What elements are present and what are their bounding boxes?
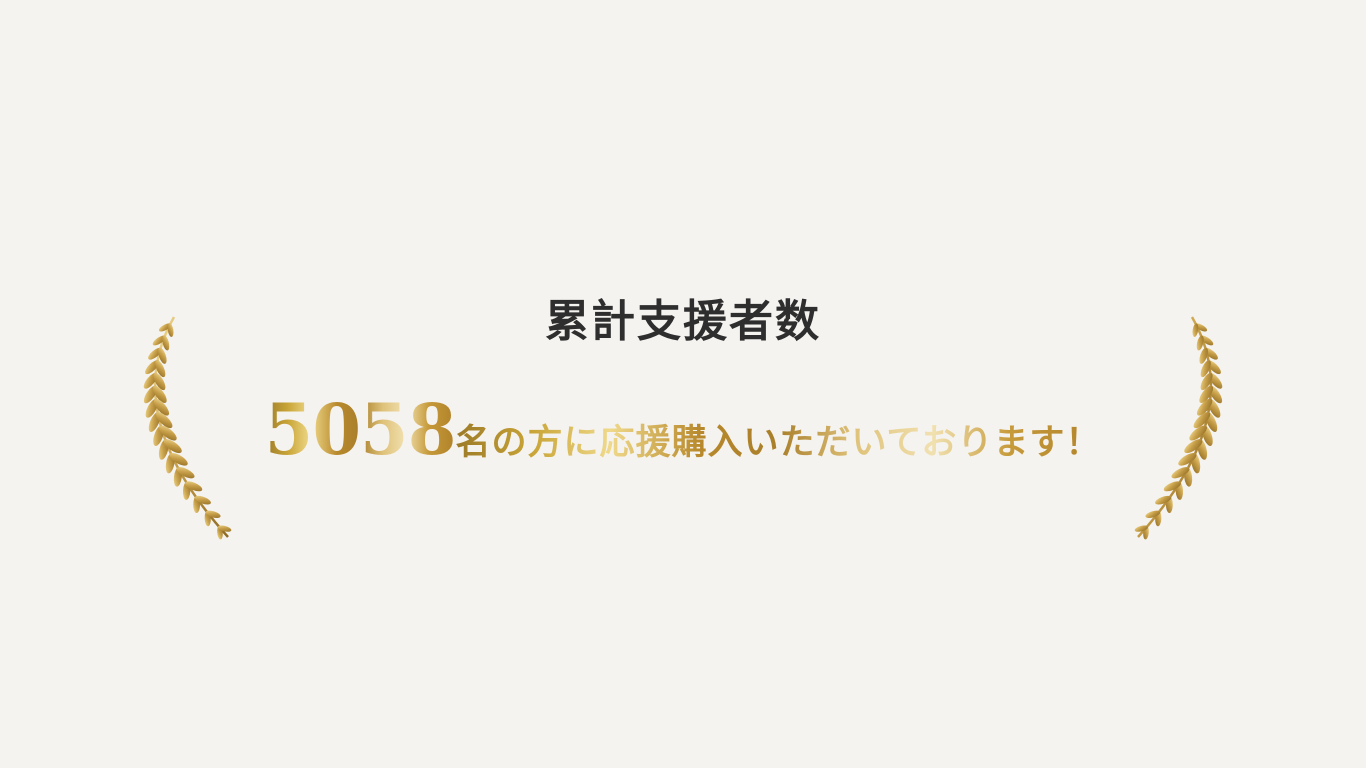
supporter-count-banner: 累計支援者数 5058名の方に応援購入いただいております！ xyxy=(0,0,1366,768)
section-title: 累計支援者数 xyxy=(545,296,821,347)
supporter-message-text: 名の方に応援購入いただいております！ xyxy=(455,422,1102,463)
supporter-message: 5058名の方に応援購入いただいております！ xyxy=(0,390,1366,489)
supporter-count: 5058 xyxy=(264,388,457,471)
